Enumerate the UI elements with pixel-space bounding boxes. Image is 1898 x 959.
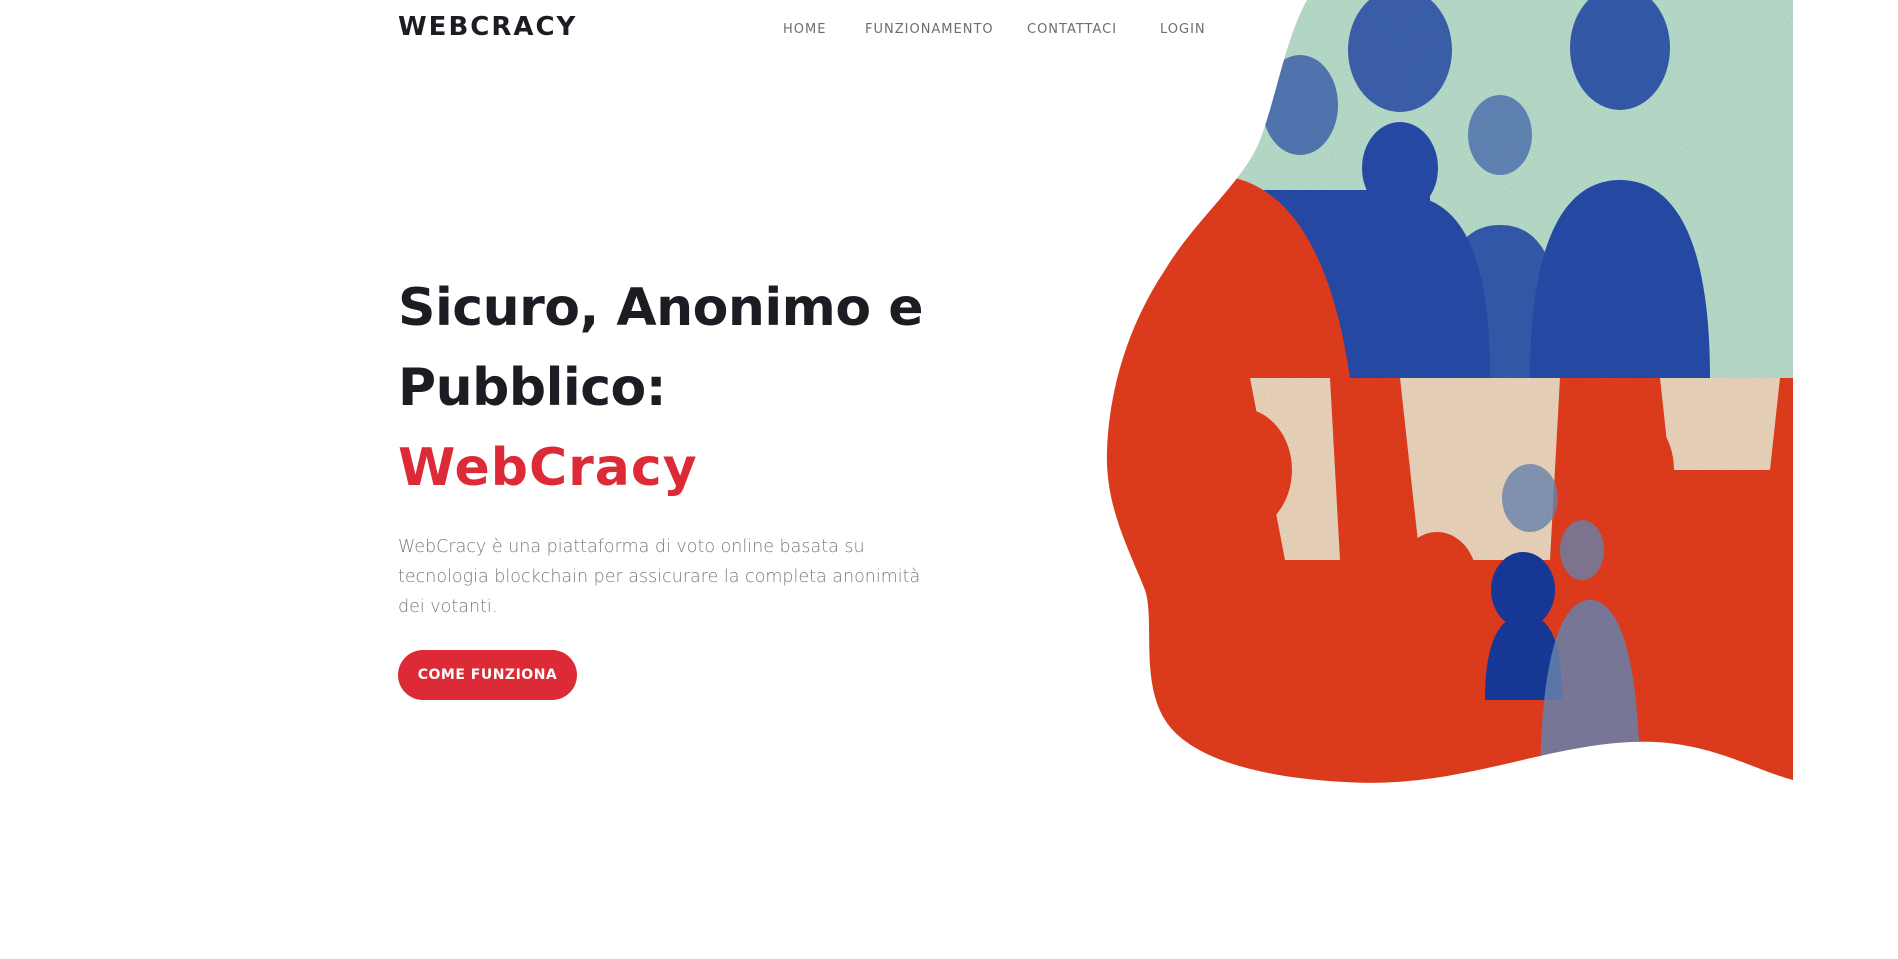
nav-item-home[interactable]: HOME bbox=[783, 22, 826, 37]
hero-title-line-2: Pubblico: bbox=[398, 358, 667, 418]
hero-description: WebCracy è una piattaforma di voto onlin… bbox=[398, 537, 921, 617]
come-funziona-button[interactable]: COME FUNZIONA bbox=[398, 650, 577, 700]
hero-title-highlight: WebCracy bbox=[398, 438, 698, 498]
nav-item-funzionamento[interactable]: FUNZIONAMENTO bbox=[865, 22, 994, 37]
hero-title-line-1: Sicuro, Anonimo e bbox=[398, 278, 923, 338]
page: WEBCRACY HOME FUNZIONAMENTO CONTATTACI L… bbox=[0, 0, 1898, 959]
brand-logo[interactable]: WEBCRACY bbox=[398, 12, 577, 42]
hero-title: Sicuro, Anonimo e Pubblico: WebCracy bbox=[398, 268, 923, 508]
crowd-illustration bbox=[1106, 0, 1793, 783]
